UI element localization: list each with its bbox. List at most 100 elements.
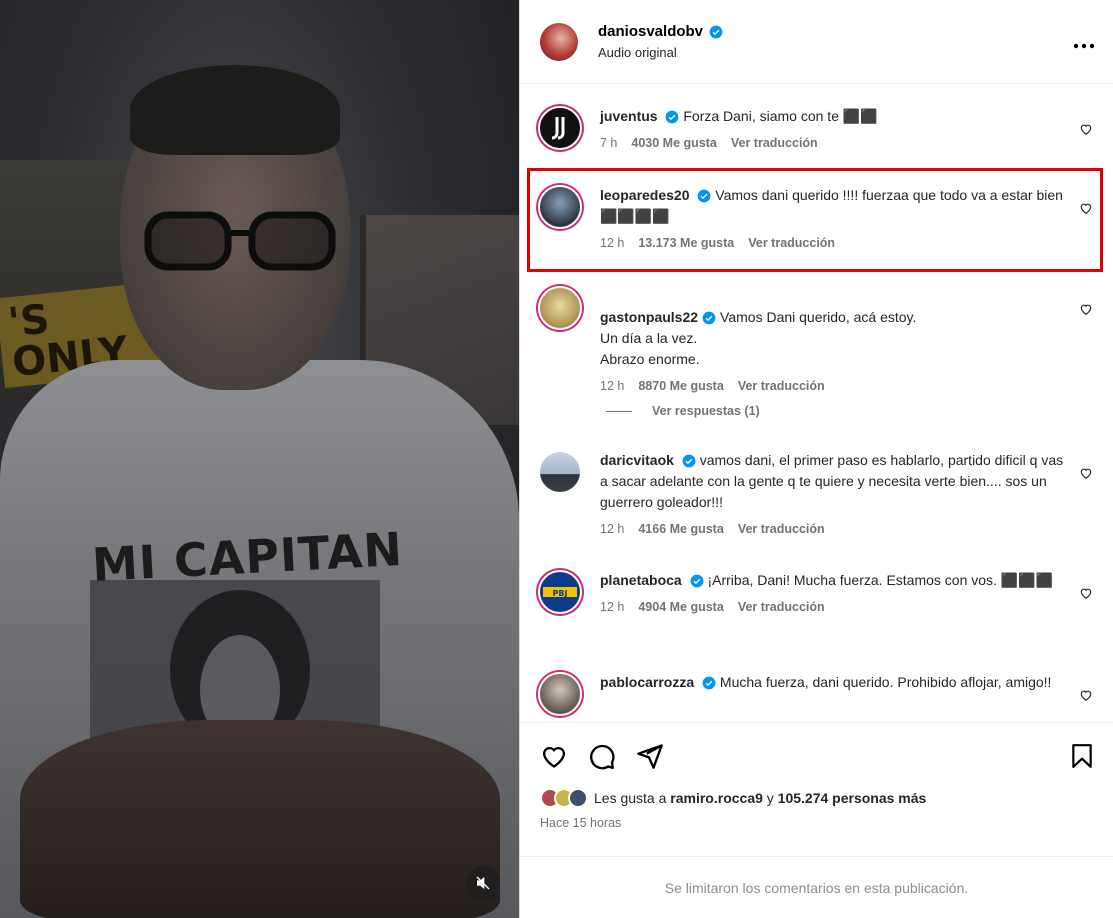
comment-meta: 12 h 13.173 Me gusta Ver traducción: [600, 233, 1065, 254]
author-username-row: daniosvaldobv: [598, 23, 1073, 40]
post-header: daniosvaldobv Audio original: [520, 0, 1113, 84]
comment-time[interactable]: 12 h: [600, 519, 624, 540]
comment-text-row: pablocarrozza Mucha fuerza, dani querido…: [600, 672, 1065, 693]
comment-heart-icon[interactable]: [1079, 586, 1093, 600]
comment-icon[interactable]: [588, 742, 616, 770]
comment-body: leoparedes20 Vamos dani querido !!!! fue…: [600, 185, 1093, 254]
comment-text: Forza Dani, siamo con te ⬛⬛: [683, 108, 878, 124]
comment-username[interactable]: pablocarrozza: [600, 674, 694, 690]
comment-likes[interactable]: 8870 Me gusta: [638, 376, 723, 397]
comment-likes[interactable]: 4904 Me gusta: [638, 597, 723, 618]
likes-prefix: Les gusta a: [594, 790, 671, 806]
comment-item: leoparedes20 Vamos dani querido !!!! fue…: [538, 185, 1093, 254]
post-actions: [520, 722, 1113, 788]
liker-username[interactable]: ramiro.rocca9: [670, 790, 763, 806]
comment-likes[interactable]: 13.173 Me gusta: [638, 233, 734, 254]
comment-meta: 12 h 4166 Me gusta Ver traducción: [600, 519, 1065, 540]
comment-meta: 12 h 4904 Me gusta Ver traducción: [600, 597, 1065, 618]
comment-username[interactable]: daricvitaok: [600, 452, 674, 468]
person-hair: [130, 65, 340, 155]
verified-icon: [709, 25, 723, 38]
comment-time[interactable]: 7 h: [600, 133, 617, 154]
boca-logo-icon: PBJ: [543, 587, 577, 598]
comment-heart-icon[interactable]: [1079, 201, 1093, 215]
comment-heart-icon[interactable]: [1079, 302, 1093, 316]
verified-icon: [666, 110, 679, 124]
comment-heart-icon[interactable]: [1079, 122, 1093, 136]
comment-body: juventus Forza Dani, siamo con te ⬛⬛ 7 h…: [600, 106, 1093, 154]
post-time-ago[interactable]: Hace 15 horas: [540, 816, 621, 830]
likes-summary[interactable]: Les gusta a ramiro.rocca9 y 105.274 pers…: [540, 788, 926, 808]
comment-text-row: juventus Forza Dani, siamo con te ⬛⬛: [600, 106, 1065, 127]
author-avatar[interactable]: [540, 22, 578, 61]
comments-limited-notice: Se limitaron los comentarios en esta pub…: [520, 856, 1113, 918]
svg-text:PBJ: PBJ: [553, 589, 568, 598]
comment-likes[interactable]: 4030 Me gusta: [631, 133, 716, 154]
comment-text-row: daricvitaok vamos dani, el primer paso e…: [600, 450, 1065, 513]
comment-avatar[interactable]: [538, 185, 582, 229]
comment-avatar[interactable]: [538, 672, 582, 716]
comment-avatar[interactable]: [538, 106, 582, 150]
author-info: daniosvaldobv Audio original: [598, 23, 1073, 60]
translate-link[interactable]: Ver traducción: [748, 233, 835, 254]
post-side-panel: daniosvaldobv Audio original juventus Fo…: [519, 0, 1113, 918]
translate-link[interactable]: Ver traducción: [738, 597, 825, 618]
comment-body: pablocarrozza Mucha fuerza, dani querido…: [600, 672, 1093, 716]
comment-time[interactable]: 12 h: [600, 597, 624, 618]
audio-label[interactable]: Audio original: [598, 45, 1073, 60]
translate-link[interactable]: Ver traducción: [738, 519, 825, 540]
comment-text: ¡Arriba, Dani! Mucha fuerza. Estamos con…: [707, 572, 1054, 588]
juventus-logo-icon: [551, 117, 565, 140]
translate-link[interactable]: Ver traducción: [738, 376, 825, 397]
author-username[interactable]: daniosvaldobv: [598, 23, 703, 40]
comment-avatar[interactable]: [538, 286, 582, 330]
bookmark-icon[interactable]: [1069, 742, 1095, 770]
video-player[interactable]: 'S ONLY MI CAPITAN: [0, 0, 519, 918]
comment-body: planetaboca ¡Arriba, Dani! Mucha fuerza.…: [600, 570, 1093, 618]
comment-item: juventus Forza Dani, siamo con te ⬛⬛ 7 h…: [538, 106, 1093, 154]
comment-text-row: planetaboca ¡Arriba, Dani! Mucha fuerza.…: [600, 570, 1065, 591]
more-options-button[interactable]: [1073, 29, 1095, 55]
comment-username[interactable]: juventus: [600, 108, 658, 124]
verified-icon: [702, 676, 716, 690]
view-replies-button[interactable]: Ver respuestas (1): [606, 404, 760, 418]
likes-middle: y: [762, 790, 778, 806]
comment-username[interactable]: leoparedes20: [600, 187, 690, 203]
comment-meta: 7 h 4030 Me gusta Ver traducción: [600, 133, 1065, 154]
comment-username[interactable]: gastonpauls22: [600, 309, 698, 325]
person-hands: [20, 720, 500, 918]
comment-item: pablocarrozza Mucha fuerza, dani querido…: [538, 672, 1093, 716]
heart-icon[interactable]: [540, 742, 568, 770]
comment-time[interactable]: 12 h: [600, 233, 624, 254]
translate-link[interactable]: Ver traducción: [731, 133, 818, 154]
comment-body: gastonpauls22 Vamos Dani querido, acá est…: [600, 286, 1093, 397]
comment-text-row: leoparedes20 Vamos dani querido !!!! fue…: [600, 185, 1065, 227]
comment-item: PBJ planetaboca ¡Arriba, Dani! Mucha fue…: [538, 570, 1093, 618]
comment-heart-icon[interactable]: [1079, 466, 1093, 480]
replies-divider: [606, 410, 632, 412]
likes-text: Les gusta a ramiro.rocca9 y 105.274 pers…: [594, 790, 926, 806]
comment-body: daricvitaok vamos dani, el primer paso e…: [600, 450, 1093, 540]
more-icon: [1073, 43, 1095, 48]
liker-avatar: [568, 788, 588, 808]
mute-button[interactable]: [466, 866, 500, 900]
verified-icon: [682, 454, 696, 468]
comments-list[interactable]: juventus Forza Dani, siamo con te ⬛⬛ 7 h…: [520, 84, 1113, 722]
mute-icon: [476, 876, 490, 890]
view-replies-label: Ver respuestas (1): [652, 404, 760, 418]
verified-icon: [702, 311, 716, 325]
comment-item: gastonpauls22 Vamos Dani querido, acá est…: [538, 286, 1093, 397]
comment-avatar[interactable]: [538, 450, 582, 494]
comment-username[interactable]: planetaboca: [600, 572, 682, 588]
share-icon[interactable]: [636, 742, 664, 770]
verified-icon: [697, 189, 711, 203]
instagram-post-view: 'S ONLY MI CAPITAN daniosvaldobv Audio o…: [0, 0, 1113, 918]
comment-heart-icon[interactable]: [1079, 688, 1093, 702]
comment-item: daricvitaok vamos dani, el primer paso e…: [538, 450, 1093, 540]
comment-avatar[interactable]: PBJ: [538, 570, 582, 614]
likes-count[interactable]: 105.274 personas más: [778, 790, 927, 806]
comment-text: Mucha fuerza, dani querido. Prohibido af…: [719, 674, 1052, 690]
comment-likes[interactable]: 4166 Me gusta: [638, 519, 723, 540]
comment-meta: 12 h 8870 Me gusta Ver traducción: [600, 376, 1065, 397]
comment-time[interactable]: 12 h: [600, 376, 624, 397]
